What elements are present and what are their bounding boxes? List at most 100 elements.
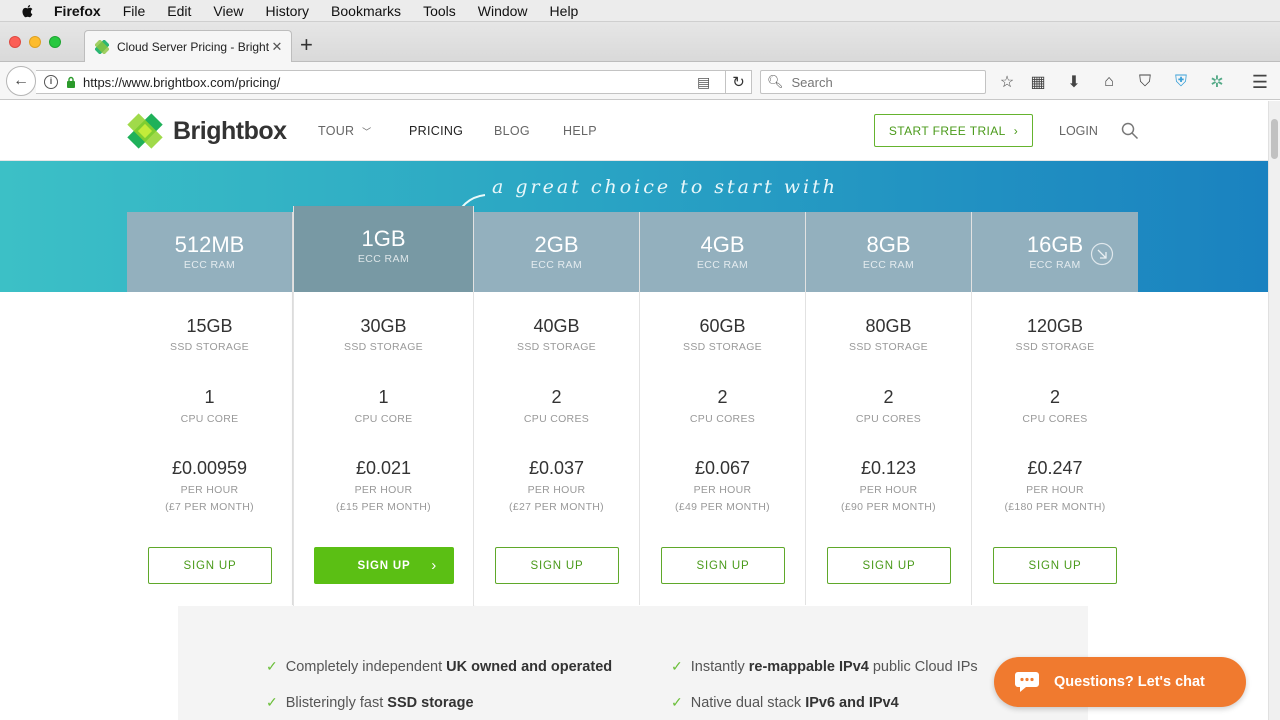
feature-text-suffix: public Cloud IPs xyxy=(868,659,978,675)
plan-ram-header: 16GB ECC RAM xyxy=(972,212,1138,292)
plan-cpu-label: CPU CORES xyxy=(689,413,756,425)
feature-bold-text: SSD storage xyxy=(387,695,474,711)
bookmark-star-icon[interactable]: ☆ xyxy=(997,72,1017,92)
plan-ram: 4GB xyxy=(700,232,745,257)
menu-help[interactable]: Help xyxy=(550,3,579,19)
site-header: Brightbox TOUR ﹀ PRICING BLOG HELP START… xyxy=(0,101,1268,161)
plan-cpu: 2 xyxy=(1049,387,1060,407)
nav-pricing[interactable]: PRICING xyxy=(409,124,463,138)
window-zoom-button[interactable] xyxy=(49,36,61,48)
sign-up-button[interactable]: SIGN UP › xyxy=(314,547,454,584)
chat-button[interactable]: Questions? Let's chat xyxy=(994,657,1246,707)
plan-per-month: (£27 PER MONTH) xyxy=(509,501,604,513)
plan-ram-label: ECC RAM xyxy=(530,259,583,271)
pricing-cards: 512MB ECC RAM 15GB SSD STORAGE 1 CPU CORE £0.0… xyxy=(127,206,1138,613)
nav-blog[interactable]: BLOG xyxy=(494,124,530,138)
brightbox-logo[interactable]: Brightbox xyxy=(126,112,287,150)
url-text[interactable]: https://www.brightbox.com/pricing/ xyxy=(83,75,697,90)
plan-ram: 2GB xyxy=(534,232,579,257)
window-minimize-button[interactable] xyxy=(29,36,41,48)
page-scrollbar[interactable] xyxy=(1268,101,1280,720)
plan-cpu: 2 xyxy=(551,387,562,407)
plan-per-hour: PER HOUR xyxy=(527,484,586,496)
window-close-button[interactable] xyxy=(9,36,21,48)
plan-per-month: (£90 PER MONTH) xyxy=(841,501,936,513)
check-icon: ✓ xyxy=(671,694,683,710)
feature-bold-text: IPv6 and IPv4 xyxy=(805,695,899,711)
reader-view-icon[interactable]: ▤ xyxy=(697,74,715,91)
hamburger-menu-icon[interactable]: ☰ xyxy=(1250,72,1270,92)
reload-icon[interactable]: ↻ xyxy=(725,70,751,94)
scroll-down-arrow-icon[interactable] xyxy=(1090,242,1114,266)
logo-text: Brightbox xyxy=(173,116,287,145)
browser-tab-bar: Cloud Server Pricing - Brightbox ✕ + xyxy=(0,22,1280,62)
sign-up-button[interactable]: SIGN UP xyxy=(661,547,785,584)
menu-file[interactable]: File xyxy=(123,3,146,19)
sign-up-button[interactable]: SIGN UP xyxy=(148,547,272,584)
downloads-icon[interactable]: ⬇ xyxy=(1064,72,1084,92)
scrollbar-thumb[interactable] xyxy=(1271,119,1278,159)
nav-help[interactable]: HELP xyxy=(563,124,597,138)
sign-up-button[interactable]: SIGN UP xyxy=(993,547,1117,584)
plan-price: £0.123 xyxy=(860,458,917,478)
page-content: Brightbox TOUR ﹀ PRICING BLOG HELP START… xyxy=(0,101,1268,720)
start-free-trial-button[interactable]: START FREE TRIAL › xyxy=(874,114,1033,147)
search-icon: 🔍︎ xyxy=(767,74,784,89)
sign-up-button[interactable]: SIGN UP xyxy=(827,547,951,584)
chevron-right-icon: › xyxy=(431,557,437,574)
home-icon[interactable]: ⌂ xyxy=(1099,72,1119,92)
tab-close-icon[interactable]: ✕ xyxy=(269,39,285,55)
feature-uk-owned: ✓ Completely independent UK owned and ope… xyxy=(266,658,612,675)
plan-cpu-label: CPU CORE xyxy=(180,413,239,425)
site-info-icon[interactable]: i xyxy=(44,75,58,89)
plan-cpu-label: CPU CORES xyxy=(1022,413,1088,425)
plan-per-month: (£7 PER MONTH) xyxy=(165,501,254,513)
feature-text: Instantly xyxy=(690,659,749,675)
plan-storage-label: SSD STORAGE xyxy=(517,341,596,353)
feature-bold-text: re-mappable IPv4 xyxy=(748,659,869,675)
sign-up-label: SIGN UP xyxy=(696,559,750,572)
plan-per-hour: PER HOUR xyxy=(180,484,239,496)
nav-tour[interactable]: TOUR ﹀ xyxy=(318,124,371,138)
extension-icon[interactable]: ✲ xyxy=(1207,72,1227,92)
tagline-text: a great choice to start with xyxy=(492,176,838,198)
privacy-shield-icon[interactable]: ⛨ xyxy=(1171,72,1191,92)
menu-view[interactable]: View xyxy=(213,3,243,19)
plan-cpu-label: CPU CORE xyxy=(354,413,413,425)
features-panel: ✓ Completely independent UK owned and ope… xyxy=(178,606,1088,720)
plan-card-2: 2GB ECC RAM 40GB SSD STORAGE 2 CPU CORES £0.03… xyxy=(474,212,640,605)
login-link[interactable]: LOGIN xyxy=(1059,124,1098,138)
menu-window[interactable]: Window xyxy=(478,3,528,19)
back-button[interactable]: ← xyxy=(6,66,36,96)
plan-storage-label: SSD STORAGE xyxy=(170,341,249,353)
sign-up-button[interactable]: SIGN UP xyxy=(495,547,619,584)
plan-per-month: (£15 PER MONTH) xyxy=(336,501,431,513)
url-bar[interactable]: i https://www.brightbox.com/pricing/ ▤ ↻ xyxy=(36,70,752,94)
plan-price: £0.00959 xyxy=(171,458,248,478)
back-arrow-icon: ← xyxy=(13,72,29,89)
plan-ram-header: 4GB ECC RAM xyxy=(640,212,805,292)
plan-per-hour: PER HOUR xyxy=(693,484,752,496)
pocket-icon[interactable]: ⛉ xyxy=(1135,72,1155,92)
menu-bookmarks[interactable]: Bookmarks xyxy=(331,3,401,19)
menu-tools[interactable]: Tools xyxy=(423,3,456,19)
apple-icon[interactable] xyxy=(20,3,36,19)
sign-up-label: SIGN UP xyxy=(357,559,411,572)
menu-app-name[interactable]: Firefox xyxy=(54,3,101,19)
brightbox-logo-icon xyxy=(127,113,163,149)
plan-ram-label: ECC RAM xyxy=(862,259,915,271)
bookmarks-menu-icon[interactable]: ▦ xyxy=(1028,72,1048,92)
menu-edit[interactable]: Edit xyxy=(167,3,191,19)
tab-cloud-server-pricing[interactable]: Cloud Server Pricing - Brightbox ✕ xyxy=(84,30,292,62)
check-icon: ✓ xyxy=(266,694,278,710)
chevron-down-icon: ﹀ xyxy=(362,127,372,137)
nav-tour-label: TOUR xyxy=(318,124,355,138)
plan-ram-header: 8GB ECC RAM xyxy=(806,212,971,292)
search-bar[interactable]: 🔍︎ Search xyxy=(760,70,986,94)
site-search-icon[interactable] xyxy=(1121,122,1139,140)
plan-storage-label: SSD STORAGE xyxy=(849,341,928,353)
tab-title: Cloud Server Pricing - Brightbox xyxy=(117,39,269,54)
menu-history[interactable]: History xyxy=(265,3,309,19)
plan-per-month: (£180 PER MONTH) xyxy=(1004,501,1106,513)
new-tab-button[interactable]: + xyxy=(300,34,313,56)
